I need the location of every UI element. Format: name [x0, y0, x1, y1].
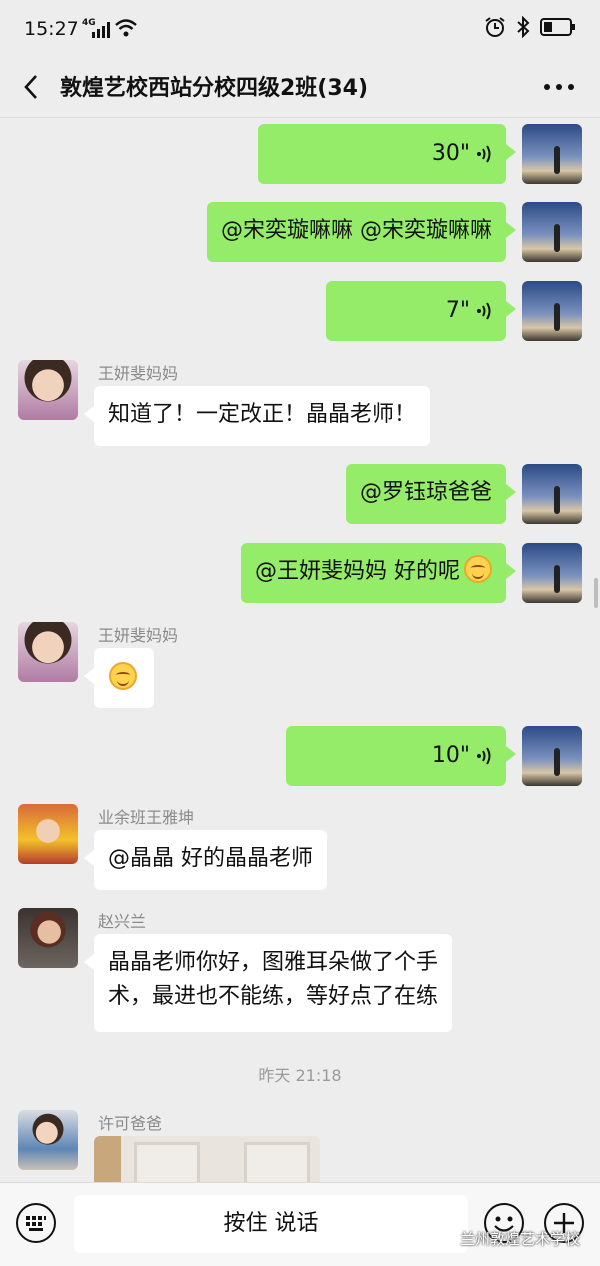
- voice-duration: 30": [431, 141, 470, 166]
- signal-icon: [92, 22, 110, 38]
- message-text: @王妍斐妈妈 好的呢: [255, 559, 460, 584]
- text-message[interactable]: 知道了！一定改正！晶晶老师！: [83, 386, 431, 446]
- status-icons: [484, 16, 576, 38]
- sender-avatar[interactable]: [18, 1110, 78, 1170]
- wifi-icon: [115, 19, 137, 37]
- image-message[interactable]: [94, 1136, 320, 1182]
- sender-avatar[interactable]: [18, 908, 78, 968]
- sender-name: 赵兴兰: [98, 912, 147, 931]
- status-bar: 15:27 4G: [0, 0, 600, 58]
- my-avatar[interactable]: [522, 726, 582, 786]
- my-avatar[interactable]: [522, 202, 582, 262]
- my-avatar[interactable]: [522, 124, 582, 184]
- smile-emoji-icon: [464, 555, 492, 583]
- back-icon[interactable]: [20, 72, 42, 102]
- text-message[interactable]: 晶晶老师你好，图雅耳朵做了个手 术，最进也不能练，等好点了在练: [83, 934, 453, 1032]
- voice-message[interactable]: 7": [326, 281, 516, 341]
- chat-header: 敦煌艺校西站分校四级2班(34): [0, 58, 600, 118]
- input-bar: 按住 说话: [0, 1182, 600, 1266]
- voice-duration: 7": [445, 298, 470, 323]
- text-message[interactable]: @王妍斐妈妈 好的呢: [241, 543, 516, 603]
- bluetooth-icon: [517, 16, 530, 38]
- text-message[interactable]: @罗钰琼爸爸: [345, 464, 517, 524]
- emoji-message[interactable]: [84, 648, 154, 708]
- voice-wave-icon: [477, 145, 491, 163]
- my-avatar[interactable]: [522, 543, 582, 603]
- smile-emoji-icon: [109, 662, 137, 690]
- battery-icon: [540, 18, 575, 36]
- sender-name: 许可爸爸: [98, 1114, 163, 1133]
- chat-title: 敦煌艺校西站分校四级2班(34): [60, 76, 369, 101]
- status-time: 15:27: [24, 18, 79, 40]
- hold-to-talk-button[interactable]: 按住 说话: [74, 1195, 468, 1253]
- wechat-logo-icon: [432, 1229, 454, 1247]
- sender-avatar[interactable]: [18, 622, 78, 682]
- chat-timestamp: 昨天 21:18: [258, 1066, 342, 1085]
- message-list[interactable]: 30" @宋奕璇嘛嘛 @宋奕璇嘛嘛 7" 王妍斐妈妈 知道了！一定改正！晶晶老师…: [0, 118, 600, 1182]
- voice-wave-icon: [477, 302, 491, 320]
- alarm-icon: [485, 17, 505, 37]
- voice-message[interactable]: 30": [258, 124, 516, 184]
- voice-message[interactable]: 10": [286, 726, 516, 786]
- message-line: 术，最进也不能练，等好点了在练: [108, 984, 439, 1009]
- voice-wave-icon: [477, 747, 491, 765]
- sender-name: 王妍斐妈妈: [98, 626, 179, 645]
- watermark: 兰州敦煌艺术学校: [432, 1228, 580, 1249]
- sender-avatar[interactable]: [18, 804, 78, 864]
- sender-name: 王妍斐妈妈: [98, 364, 179, 383]
- message-line: 晶晶老师你好，图雅耳朵做了个手: [108, 950, 439, 975]
- more-icon[interactable]: [544, 84, 574, 90]
- voice-duration: 10": [431, 743, 470, 768]
- keyboard-icon[interactable]: [16, 1203, 56, 1243]
- sender-avatar[interactable]: [18, 360, 78, 420]
- text-message[interactable]: @晶晶 好的晶晶老师: [84, 830, 327, 890]
- my-avatar[interactable]: [522, 464, 582, 524]
- sender-name: 业余班王雅坤: [98, 808, 195, 827]
- watermark-text: 兰州敦煌艺术学校: [460, 1230, 581, 1248]
- scrollbar[interactable]: [594, 578, 598, 608]
- text-message[interactable]: @宋奕璇嘛嘛 @宋奕璇嘛嘛: [207, 202, 516, 262]
- my-avatar[interactable]: [522, 281, 582, 341]
